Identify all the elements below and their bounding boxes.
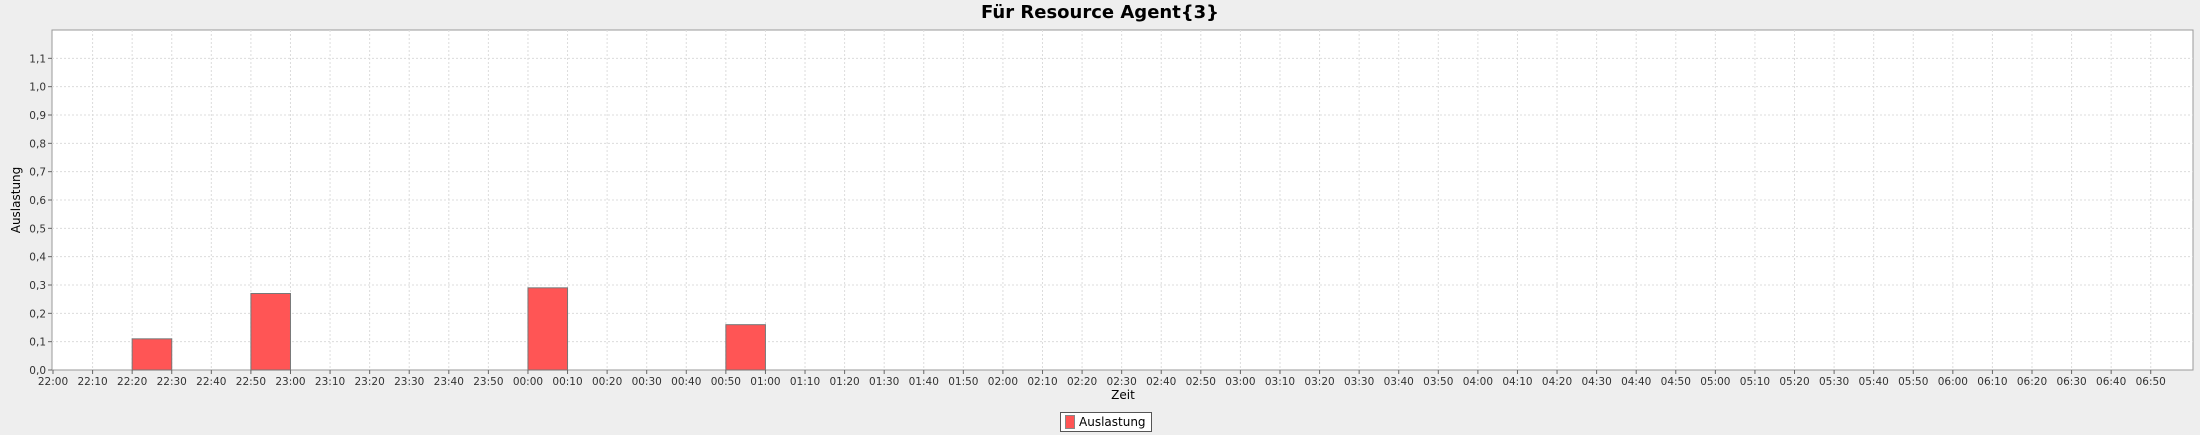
x-tick-label: 03:40 xyxy=(1384,376,1414,388)
x-tick-label: 23:30 xyxy=(394,376,424,388)
bar xyxy=(527,287,569,371)
x-tick-label: 06:30 xyxy=(2056,376,2086,388)
x-tick-label: 04:40 xyxy=(1621,376,1651,388)
y-tick-label: 1,0 xyxy=(29,82,46,94)
x-tick-label: 04:30 xyxy=(1581,376,1611,388)
x-tick-label: 04:10 xyxy=(1502,376,1532,388)
x-tick-label: 02:10 xyxy=(1027,376,1057,388)
x-tick-label: 00:50 xyxy=(711,376,741,388)
x-tick-label: 05:20 xyxy=(1779,376,1809,388)
bar xyxy=(131,338,173,371)
x-tick-label: 02:00 xyxy=(988,376,1018,388)
x-tick-label: 04:50 xyxy=(1661,376,1691,388)
bar xyxy=(725,324,766,371)
y-tick-label: 0,4 xyxy=(29,252,46,264)
x-tick-label: 03:50 xyxy=(1423,376,1453,388)
x-tick-label: 02:20 xyxy=(1067,376,1097,388)
x-tick-label: 05:40 xyxy=(1859,376,1889,388)
x-tick-label: 06:10 xyxy=(1977,376,2007,388)
x-tick-label: 02:50 xyxy=(1186,376,1216,388)
x-tick-label: 22:30 xyxy=(157,376,187,388)
x-tick-label: 00:30 xyxy=(632,376,662,388)
bar xyxy=(250,293,291,371)
x-tick-label: 06:20 xyxy=(2017,376,2047,388)
x-tick-label: 00:40 xyxy=(671,376,701,388)
x-tick-label: 01:40 xyxy=(909,376,939,388)
x-tick-label: 03:20 xyxy=(1304,376,1334,388)
y-tick-label: 0,5 xyxy=(29,223,46,235)
y-axis-label: Auslastung xyxy=(9,167,23,234)
x-tick-label: 05:30 xyxy=(1819,376,1849,388)
x-axis-label: Zeit xyxy=(1111,388,1135,402)
y-tick-label: 0,9 xyxy=(29,110,46,122)
x-tick-label: 01:10 xyxy=(790,376,820,388)
x-tick-label: 23:10 xyxy=(315,376,345,388)
x-tick-label: 00:00 xyxy=(513,376,543,388)
x-tick-label: 01:30 xyxy=(869,376,899,388)
x-tick-label: 22:10 xyxy=(77,376,107,388)
x-tick-label: 05:00 xyxy=(1700,376,1730,388)
y-tick-label: 0,7 xyxy=(29,167,46,179)
x-tick-label: 23:00 xyxy=(275,376,305,388)
y-tick-label: 0,2 xyxy=(29,308,46,320)
y-axis: 0,00,10,20,30,40,50,60,70,80,91,01,1 xyxy=(29,53,52,377)
x-tick-label: 23:40 xyxy=(434,376,464,388)
x-tick-label: 03:30 xyxy=(1344,376,1374,388)
legend-label: Auslastung xyxy=(1079,415,1146,429)
x-tick-label: 06:00 xyxy=(1938,376,1968,388)
x-tick-label: 01:00 xyxy=(750,376,780,388)
legend: Auslastung xyxy=(1060,412,1152,432)
x-tick-label: 23:50 xyxy=(473,376,503,388)
x-tick-label: 00:10 xyxy=(552,376,582,388)
x-tick-label: 22:20 xyxy=(117,376,147,388)
x-tick-label: 23:20 xyxy=(355,376,385,388)
x-tick-label: 01:50 xyxy=(948,376,978,388)
x-tick-label: 02:30 xyxy=(1107,376,1137,388)
legend-swatch xyxy=(1065,415,1075,429)
y-tick-label: 1,1 xyxy=(29,53,46,65)
x-tick-label: 22:40 xyxy=(196,376,226,388)
x-tick-label: 22:00 xyxy=(38,376,68,388)
x-tick-label: 05:10 xyxy=(1740,376,1770,388)
x-tick-label: 02:40 xyxy=(1146,376,1176,388)
x-tick-label: 04:20 xyxy=(1542,376,1572,388)
x-tick-label: 01:20 xyxy=(829,376,859,388)
x-tick-label: 05:50 xyxy=(1898,376,1928,388)
x-axis: 22:00 22:10 22:20 22:30 22:40 22:50 23:00 23:10… xyxy=(38,370,2166,388)
x-tick-label: 22:50 xyxy=(236,376,266,388)
y-tick-label: 0,3 xyxy=(29,280,46,292)
x-tick-label: 04:00 xyxy=(1463,376,1493,388)
x-tick-label: 03:00 xyxy=(1225,376,1255,388)
y-tick-label: 0,8 xyxy=(29,138,46,150)
x-tick-label: 00:20 xyxy=(592,376,622,388)
x-tick-label: 03:10 xyxy=(1265,376,1295,388)
chart-canvas: 0,00,10,20,30,40,50,60,70,80,91,01,1 22:… xyxy=(9,29,2194,402)
x-tick-label: 06:40 xyxy=(2096,376,2126,388)
x-tick-label: 06:50 xyxy=(2136,376,2166,388)
y-tick-label: 0,6 xyxy=(29,195,46,207)
y-tick-label: 0,1 xyxy=(29,337,46,349)
